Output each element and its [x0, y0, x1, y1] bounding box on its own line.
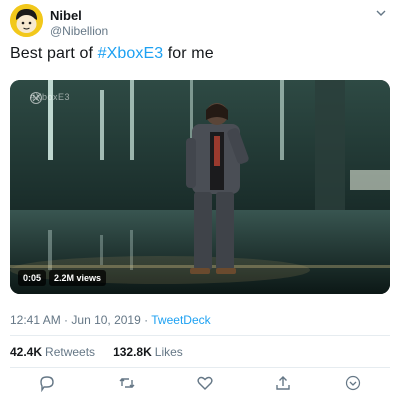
display-name[interactable]: Nibel [50, 8, 82, 23]
video-info-badge: 0:05 2.2M views [18, 270, 107, 286]
divider [10, 335, 390, 336]
tweet-text-after: for me [163, 45, 214, 62]
tweet-source-link[interactable]: TweetDeck [151, 313, 210, 327]
user-handle[interactable]: @Nibellion [50, 24, 108, 38]
tweet-date[interactable]: Jun 10, 2019 [71, 313, 140, 327]
share-icon[interactable] [274, 374, 294, 394]
video-player[interactable]: #XboxE3 0:05 2.2M views [10, 80, 390, 294]
retweets-label: Retweets [45, 345, 96, 359]
reply-icon[interactable] [38, 374, 58, 394]
meta-separator-2: · [144, 313, 149, 327]
tweet-time[interactable]: 12:41 AM [10, 313, 61, 327]
tweet-header: Nibel @Nibellion [10, 4, 390, 40]
tweet-meta: 12:41 AM · Jun 10, 2019 · TweetDeck [10, 313, 211, 327]
likes-label: Likes [154, 345, 183, 359]
divider [10, 367, 390, 368]
tweet-stats: 42.4K Retweets 132.8K Likes [10, 345, 183, 359]
like-icon[interactable] [196, 374, 216, 394]
meta-separator: · [64, 313, 69, 327]
analytics-icon[interactable] [344, 374, 364, 394]
likes-count: 132.8K [113, 345, 152, 359]
retweet-icon[interactable] [118, 374, 138, 394]
video-duration: 0:05 [18, 270, 47, 286]
video-watermark: #XboxE3 [30, 92, 70, 104]
retweets-count: 42.4K [10, 345, 43, 359]
hashtag-link[interactable]: #XboxE3 [98, 45, 164, 62]
likes-stat[interactable]: 132.8K Likes [113, 345, 183, 359]
tweet-text: Best part of #XboxE3 for me [10, 45, 214, 63]
cartoon-face-avatar-icon [10, 4, 43, 37]
video-views: 2.2M views [49, 270, 107, 286]
chevron-down-icon[interactable] [374, 6, 388, 20]
avatar[interactable] [10, 4, 43, 37]
tweet-actions [0, 374, 400, 396]
tweet-text-before: Best part of [10, 45, 98, 62]
video-frame [10, 80, 390, 294]
retweets-stat[interactable]: 42.4K Retweets [10, 345, 95, 359]
